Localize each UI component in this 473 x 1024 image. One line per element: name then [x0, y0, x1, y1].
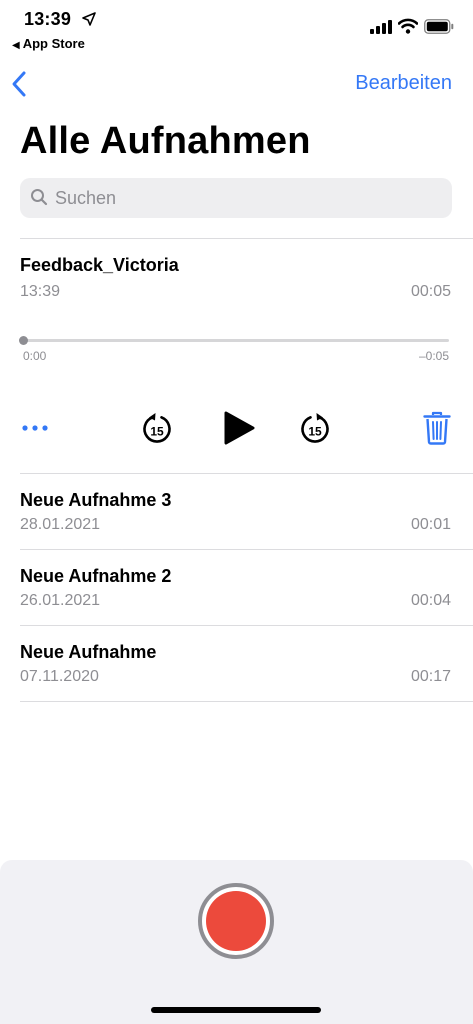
recording-date: 07.11.2020	[20, 668, 99, 685]
recording-date: 28.01.2021	[20, 516, 101, 533]
back-triangle-icon: ◀	[12, 40, 20, 51]
remaining-time: –0:05	[418, 349, 449, 363]
recording-title: Neue Aufnahme 3	[20, 490, 172, 510]
playback-scrubber[interactable]	[23, 339, 449, 342]
divider	[20, 549, 473, 550]
elapsed-time: 0:00	[23, 349, 47, 363]
home-indicator[interactable]	[151, 1007, 321, 1013]
play-icon[interactable]	[222, 410, 256, 446]
battery-icon	[424, 19, 454, 34]
recording-duration: 00:04	[410, 592, 451, 609]
divider	[20, 238, 473, 239]
recording-title: Feedback_Victoria	[20, 255, 179, 275]
search-input[interactable]: Suchen	[20, 178, 452, 218]
search-placeholder: Suchen	[55, 188, 117, 208]
back-to-app-store[interactable]: ◀ App Store	[12, 36, 85, 51]
recording-date: 13:39	[20, 283, 61, 300]
recording-title: Neue Aufnahme 2	[20, 566, 172, 586]
page-title: Alle Aufnahmen	[20, 120, 311, 162]
divider	[20, 625, 473, 626]
recording-duration: 00:17	[410, 668, 451, 685]
divider	[20, 701, 473, 702]
signal-icon	[370, 20, 392, 34]
back-app-label: App Store	[22, 36, 85, 51]
trash-icon[interactable]	[423, 411, 451, 445]
record-icon	[206, 891, 266, 951]
recording-duration: 00:01	[410, 516, 451, 533]
scrubber-handle[interactable]	[19, 336, 28, 345]
recording-duration: 00:05	[410, 283, 451, 300]
more-icon[interactable]	[20, 420, 50, 436]
skip-forward-15-icon[interactable]: 15	[298, 410, 332, 446]
skip-forward-label: 15	[308, 425, 322, 439]
recording-title: Neue Aufnahme	[20, 642, 157, 662]
status-time: 13:39	[24, 9, 72, 29]
skip-back-label: 15	[150, 425, 164, 439]
chevron-left-icon[interactable]	[10, 70, 28, 98]
record-button[interactable]	[198, 883, 274, 959]
wifi-icon	[398, 18, 418, 34]
search-icon	[31, 189, 48, 206]
location-arrow-icon	[82, 12, 96, 26]
edit-button[interactable]: Bearbeiten	[355, 72, 452, 95]
recording-date: 26.01.2021	[20, 592, 101, 609]
skip-back-15-icon[interactable]: 15	[140, 410, 174, 446]
divider	[20, 473, 473, 474]
